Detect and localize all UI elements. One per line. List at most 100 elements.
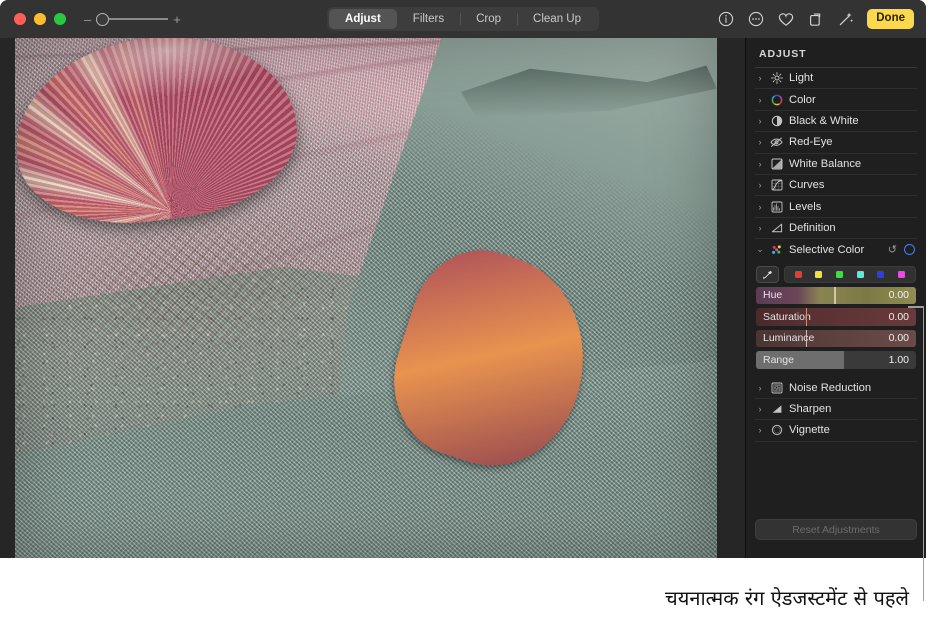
sidebar-item-label: Black & White bbox=[789, 115, 859, 127]
sidebar-item-vignette[interactable]: › Vignette bbox=[755, 420, 917, 441]
slider-label: Hue bbox=[756, 289, 782, 301]
sidebar-item-label: Sharpen bbox=[789, 403, 831, 415]
levels-histogram-icon bbox=[770, 200, 783, 213]
sidebar-item-levels[interactable]: › Levels bbox=[755, 196, 917, 217]
more-options-icon[interactable] bbox=[747, 11, 764, 28]
slider-luminance[interactable]: Luminance 0.00 bbox=[756, 330, 916, 348]
slider-saturation[interactable]: Saturation 0.00 bbox=[756, 308, 916, 326]
sidebar-item-label: Color bbox=[789, 94, 816, 106]
chevron-down-icon[interactable]: ⌄ bbox=[756, 244, 764, 255]
tab-clean-up[interactable]: Clean Up bbox=[517, 9, 597, 29]
info-icon[interactable] bbox=[717, 11, 734, 28]
chevron-right-icon[interactable]: › bbox=[756, 159, 764, 169]
sidebar-item-red-eye[interactable]: › Red-Eye bbox=[755, 132, 917, 153]
slider-handle[interactable] bbox=[806, 308, 808, 326]
screenshot-root: – + Adjust Filters Crop Clean Up bbox=[0, 0, 931, 620]
selective-color-swatchbar bbox=[756, 266, 916, 283]
favorite-heart-icon[interactable] bbox=[777, 11, 794, 28]
chevron-right-icon[interactable]: › bbox=[756, 383, 764, 393]
sidebar-item-noise-reduction[interactable]: › Noise Reduction bbox=[755, 378, 917, 399]
sidebar-item-black-and-white[interactable]: › Black & White bbox=[755, 111, 917, 132]
swatch-magenta[interactable] bbox=[898, 271, 905, 278]
sidebar-item-definition[interactable]: › Definition bbox=[755, 218, 917, 239]
zoom-slider-track[interactable] bbox=[96, 13, 168, 25]
sidebar-item-label: Noise Reduction bbox=[789, 382, 871, 394]
zoom-slider-bar bbox=[102, 18, 168, 20]
chevron-right-icon[interactable]: › bbox=[756, 223, 764, 233]
selective-color-body: Hue 0.00 Saturation 0.00 Luminance 0.00 bbox=[755, 261, 917, 373]
slider-label: Saturation bbox=[756, 311, 811, 323]
done-button[interactable]: Done bbox=[867, 9, 914, 29]
sidebar-item-label: White Balance bbox=[789, 158, 861, 170]
minimize-button[interactable] bbox=[34, 13, 46, 25]
swatch-red[interactable] bbox=[795, 271, 802, 278]
auto-enhance-wand-icon[interactable] bbox=[837, 11, 854, 28]
photo-image[interactable] bbox=[15, 38, 717, 558]
sidebar-item-label: Red-Eye bbox=[789, 136, 833, 148]
noise-reduction-icon bbox=[770, 381, 783, 394]
color-swatch-row bbox=[784, 266, 916, 283]
sidebar-item-light[interactable]: › Light bbox=[755, 68, 917, 89]
curves-icon bbox=[770, 179, 783, 192]
chevron-right-icon[interactable]: › bbox=[756, 73, 764, 83]
sharpen-icon bbox=[770, 403, 783, 416]
tab-adjust[interactable]: Adjust bbox=[329, 9, 397, 29]
zoom-out-icon[interactable]: – bbox=[84, 13, 91, 26]
sidebar-item-label: Light bbox=[789, 72, 813, 84]
zoom-in-icon[interactable]: + bbox=[173, 13, 181, 26]
white-balance-icon bbox=[770, 157, 783, 170]
zoom-slider-knob[interactable] bbox=[96, 13, 109, 26]
zoom-button[interactable] bbox=[54, 13, 66, 25]
swatch-green[interactable] bbox=[836, 271, 843, 278]
zoom-slider-control[interactable]: – + bbox=[84, 13, 181, 26]
selective-color-dots-icon bbox=[770, 243, 783, 256]
sidebar-item-color[interactable]: › Color bbox=[755, 89, 917, 110]
sidebar-item-curves[interactable]: › Curves bbox=[755, 175, 917, 196]
rotate-icon[interactable] bbox=[807, 11, 824, 28]
eye-slash-icon bbox=[770, 136, 783, 149]
toggle-circle-icon[interactable] bbox=[904, 244, 915, 255]
swatch-yellow[interactable] bbox=[815, 271, 822, 278]
chevron-right-icon[interactable]: › bbox=[756, 137, 764, 147]
half-circle-icon bbox=[770, 114, 783, 127]
sun-icon bbox=[770, 72, 783, 85]
chevron-right-icon[interactable]: › bbox=[756, 202, 764, 212]
sidebar-item-label: Selective Color bbox=[789, 244, 864, 256]
color-wheel-icon bbox=[770, 93, 783, 106]
sidebar-item-white-balance[interactable]: › White Balance bbox=[755, 154, 917, 175]
edit-mode-tabs: Adjust Filters Crop Clean Up bbox=[327, 7, 599, 31]
panel-title: ADJUST bbox=[755, 38, 917, 68]
eyedropper-icon[interactable] bbox=[756, 266, 779, 283]
sidebar-item-selective-color[interactable]: ⌄ Selective Color ↺ bbox=[755, 239, 917, 260]
slider-range[interactable]: Range 1.00 bbox=[756, 351, 916, 369]
swatch-cyan[interactable] bbox=[857, 271, 864, 278]
callout-leader-line bbox=[908, 306, 926, 601]
close-button[interactable] bbox=[14, 13, 26, 25]
photo-vignette bbox=[15, 38, 717, 558]
callout-vertical-segment bbox=[923, 306, 925, 601]
slider-label: Range bbox=[756, 354, 794, 366]
slider-value: 0.00 bbox=[889, 332, 916, 344]
slider-hue[interactable]: Hue 0.00 bbox=[756, 287, 916, 305]
chevron-right-icon[interactable]: › bbox=[756, 180, 764, 190]
reset-adjustments-button[interactable]: Reset Adjustments bbox=[755, 519, 917, 540]
slider-value: 0.00 bbox=[889, 289, 916, 301]
selective-color-row-tools: ↺ bbox=[888, 243, 917, 256]
toolbar-actions: Done bbox=[717, 9, 914, 29]
sidebar-item-label: Vignette bbox=[789, 424, 830, 436]
tab-crop[interactable]: Crop bbox=[460, 9, 517, 29]
swatch-blue[interactable] bbox=[877, 271, 884, 278]
chevron-right-icon[interactable]: › bbox=[756, 404, 764, 414]
slider-handle[interactable] bbox=[806, 330, 808, 348]
traffic-lights bbox=[14, 13, 66, 25]
sidebar-item-sharpen[interactable]: › Sharpen bbox=[755, 399, 917, 420]
tab-filters[interactable]: Filters bbox=[397, 9, 460, 29]
window-toolbar: – + Adjust Filters Crop Clean Up bbox=[0, 0, 926, 38]
sidebar-item-label: Levels bbox=[789, 201, 821, 213]
slider-handle[interactable] bbox=[834, 287, 836, 305]
chevron-right-icon[interactable]: › bbox=[756, 116, 764, 126]
reset-arrow-icon[interactable]: ↺ bbox=[888, 243, 897, 256]
chevron-right-icon[interactable]: › bbox=[756, 95, 764, 105]
chevron-right-icon[interactable]: › bbox=[756, 425, 764, 435]
vignette-icon bbox=[770, 424, 783, 437]
